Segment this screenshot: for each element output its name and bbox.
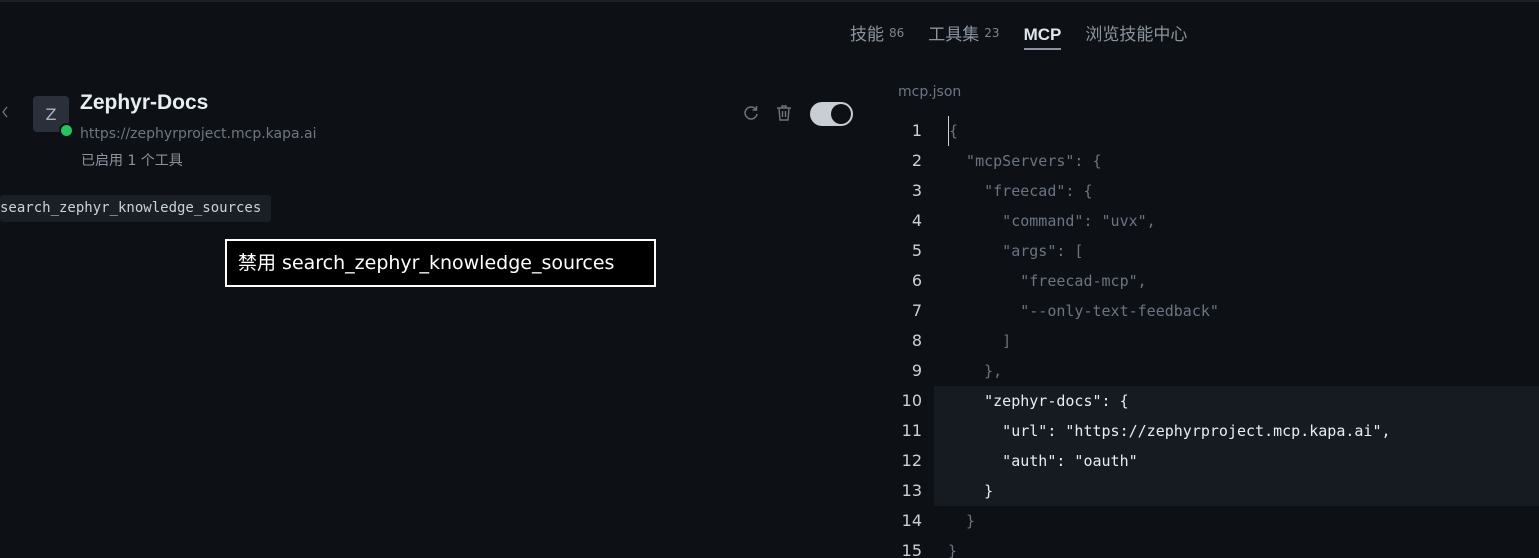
line-code: "freecad": { xyxy=(948,182,1093,200)
server-url: https://zephyrproject.mcp.kapa.ai xyxy=(80,126,317,142)
tab-toolsets[interactable]: 工具集 23 xyxy=(928,22,999,48)
editor-line[interactable]: 12 "auth": "oauth" xyxy=(902,446,1539,476)
disable-tool-tooltip: 禁用 search_zephyr_knowledge_sources xyxy=(225,239,656,287)
line-number: 13 xyxy=(901,481,922,500)
line-code: "args": [ xyxy=(948,242,1084,260)
tooltip-text: 禁用 search_zephyr_knowledge_sources xyxy=(238,252,615,274)
tab-label: 技能 xyxy=(850,25,884,45)
editor-filename: mcp.json xyxy=(898,84,962,100)
line-number: 7 xyxy=(911,301,922,320)
editor-line[interactable]: 7 "--only-text-feedback" xyxy=(880,296,1539,326)
editor-line[interactable]: 5 "args": [ xyxy=(880,236,1539,266)
line-number: 11 xyxy=(901,421,922,440)
line-number: 9 xyxy=(911,361,922,380)
tab-bar: 技能 86 工具集 23 MCP 浏览技能中心 xyxy=(850,22,1211,52)
tab-count: 86 xyxy=(889,26,905,40)
line-code: } xyxy=(948,542,958,558)
json-editor[interactable]: 1{2 "mcpServers": {3 "freecad": {4 "comm… xyxy=(880,116,1539,558)
tab-label: MCP xyxy=(1023,25,1062,44)
refresh-icon[interactable] xyxy=(741,103,761,123)
line-code: ] xyxy=(948,332,1012,350)
line-number: 14 xyxy=(901,511,922,530)
editor-line[interactable]: 11 "url": "https://zephyrproject.mcp.kap… xyxy=(902,416,1539,446)
server-title: Zephyr-Docs xyxy=(80,91,209,114)
line-code: "auth": "oauth" xyxy=(948,452,1138,470)
tab-skills[interactable]: 技能 86 xyxy=(850,22,904,48)
line-number: 6 xyxy=(911,271,922,290)
toggle-knob xyxy=(831,104,851,124)
online-status-dot xyxy=(59,123,74,138)
line-number: 2 xyxy=(911,151,922,170)
editor-line[interactable]: 10 "zephyr-docs": { xyxy=(902,386,1539,416)
enabled-tools-count: 已启用 1 个工具 xyxy=(81,153,183,169)
avatar-letter: Z xyxy=(45,104,57,124)
top-divider xyxy=(0,0,1539,2)
line-code: "freecad-mcp", xyxy=(948,272,1147,290)
editor-line[interactable]: 13 } xyxy=(902,476,1539,506)
line-code: "--only-text-feedback" xyxy=(948,302,1219,320)
tool-chip-search-zephyr[interactable]: search_zephyr_knowledge_sources xyxy=(0,195,272,222)
line-number: 10 xyxy=(901,391,922,410)
line-code: }, xyxy=(948,362,1003,380)
tab-mcp[interactable]: MCP xyxy=(1023,22,1062,50)
chevron-left-icon[interactable] xyxy=(0,104,12,122)
editor-line[interactable]: 9 }, xyxy=(880,356,1539,386)
line-number: 12 xyxy=(901,451,922,470)
line-code: { xyxy=(948,116,958,146)
line-code: "command": "uvx", xyxy=(948,212,1156,230)
editor-line[interactable]: 2 "mcpServers": { xyxy=(880,146,1539,176)
trash-icon[interactable] xyxy=(774,103,794,123)
tab-count: 23 xyxy=(984,26,1000,40)
line-number: 4 xyxy=(911,211,922,230)
line-number: 3 xyxy=(911,181,922,200)
mcp-settings-screen: 技能 86 工具集 23 MCP 浏览技能中心 Z Zephyr-Docs ht… xyxy=(0,0,1539,558)
editor-line[interactable]: 6 "freecad-mcp", xyxy=(880,266,1539,296)
line-number: 5 xyxy=(911,241,922,260)
editor-line[interactable]: 3 "freecad": { xyxy=(880,176,1539,206)
editor-line[interactable]: 15} xyxy=(880,536,1539,558)
tab-label: 浏览技能中心 xyxy=(1085,25,1188,45)
editor-line[interactable]: 4 "command": "uvx", xyxy=(880,206,1539,236)
line-number: 15 xyxy=(901,541,922,558)
line-number: 1 xyxy=(911,121,922,140)
line-code: } xyxy=(948,512,976,530)
editor-line[interactable]: 1{ xyxy=(880,116,1539,146)
line-code: "mcpServers": { xyxy=(948,152,1102,170)
line-code: "url": "https://zephyrproject.mcp.kapa.a… xyxy=(948,422,1391,440)
line-number: 8 xyxy=(911,331,922,350)
tab-browse-skill-center[interactable]: 浏览技能中心 xyxy=(1085,22,1187,48)
editor-line[interactable]: 8 ] xyxy=(880,326,1539,356)
line-code: "zephyr-docs": { xyxy=(948,392,1129,410)
line-code: } xyxy=(948,482,994,500)
tab-label: 工具集 xyxy=(928,25,980,45)
server-enable-toggle[interactable] xyxy=(810,102,853,126)
editor-line[interactable]: 14 } xyxy=(880,506,1539,536)
